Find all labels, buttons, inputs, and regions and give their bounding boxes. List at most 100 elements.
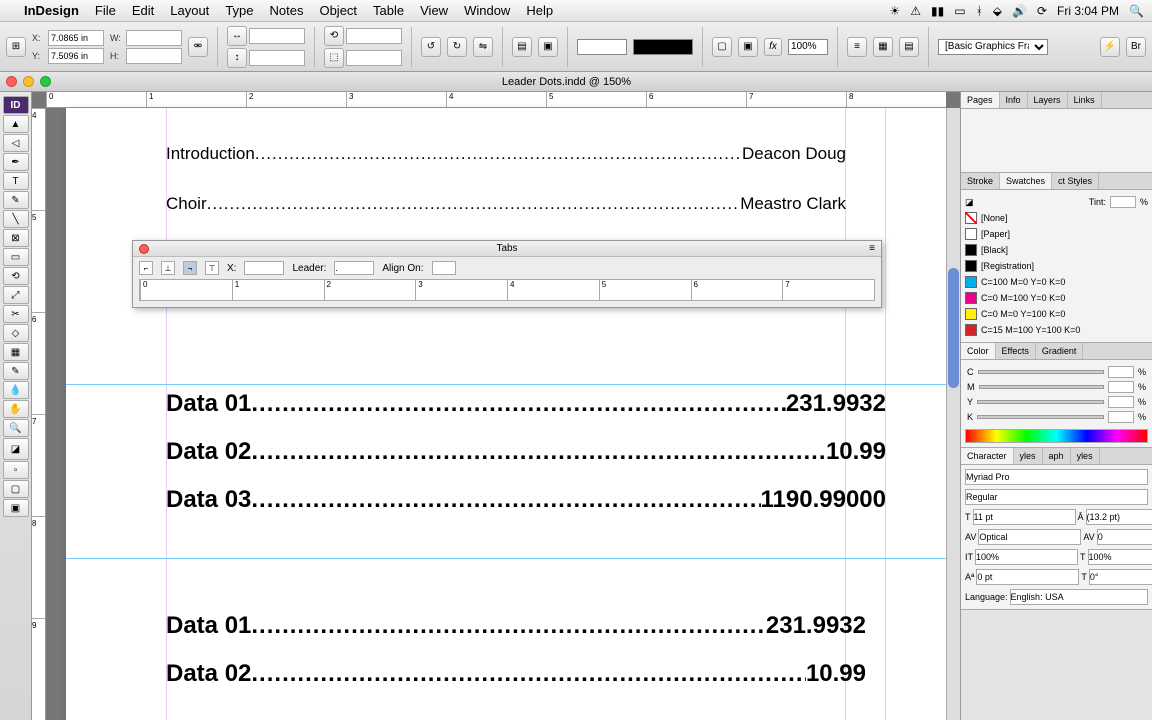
reference-point-icon[interactable]: ⊞ [6,37,26,57]
tab-pages[interactable]: Pages [961,92,1000,108]
rotate-icon[interactable]: ⟲ [324,26,344,46]
tracking-input[interactable] [1097,529,1152,545]
pages-panel-body[interactable] [961,109,1152,173]
zoom-tool[interactable]: 🔍 [3,419,29,437]
tab-paragraph[interactable]: aph [1043,448,1071,464]
line-tool[interactable]: ╲ [3,210,29,228]
constrain-icon[interactable]: ⚮ [188,37,208,57]
eyedropper-tool[interactable]: 💧 [3,381,29,399]
tint-input[interactable] [1110,196,1136,208]
object-style-select[interactable]: [Basic Graphics Frame]+ [938,39,1048,55]
pencil-tool[interactable]: ✎ [3,191,29,209]
font-size-input[interactable] [973,509,1076,525]
decimal-tab-button[interactable]: ⊤ [205,261,219,275]
note-tool[interactable]: ✎ [3,362,29,380]
tab-object-styles[interactable]: ct Styles [1052,173,1099,189]
tab-stroke[interactable]: Stroke [961,173,1000,189]
skew-input[interactable] [1089,569,1152,585]
align-on-input[interactable] [432,261,456,275]
selection-tool[interactable]: ▲ [3,115,29,133]
menu-notes[interactable]: Notes [270,3,304,18]
arrange-icon[interactable]: ▤ [512,37,532,57]
battery-icon[interactable]: ▮▮ [931,4,944,18]
scale-x-input[interactable] [249,28,305,44]
type-tool[interactable]: T [3,172,29,190]
magenta-input[interactable] [1108,381,1134,393]
stroke-style-input[interactable] [633,39,693,55]
swatch-row[interactable]: C=15 M=100 Y=100 K=0 [965,322,1148,338]
x-input[interactable] [48,30,104,46]
wifi-icon[interactable]: ⬙ [993,4,1002,18]
spotlight-icon[interactable]: 🔍 [1129,4,1144,18]
close-icon[interactable] [139,244,149,254]
free-transform-tool[interactable]: ◇ [3,324,29,342]
rotate-input[interactable] [346,28,402,44]
fit-content-icon[interactable]: ▣ [738,37,758,57]
bridge-icon[interactable]: Br [1126,37,1146,57]
scale-tool[interactable]: ⤢ [3,286,29,304]
swatch-row[interactable]: [Black] [965,242,1148,258]
tab-x-input[interactable] [244,261,284,275]
tab-swatches[interactable]: Swatches [1000,173,1052,189]
app-name[interactable]: InDesign [24,3,79,18]
y-input[interactable] [48,48,104,64]
shear-icon[interactable]: ⬚ [324,48,344,68]
black-input[interactable] [1108,411,1134,423]
bluetooth-icon[interactable]: ᚼ [976,4,983,18]
tabs-panel[interactable]: Tabs ≡ ⌐ ⊥ ¬ ⊤ X: Leader: Align On: 0123… [132,240,882,308]
shear-input[interactable] [346,50,402,66]
leading-input[interactable] [1086,509,1152,525]
pen-tool[interactable]: ✒ [3,153,29,171]
tab-character[interactable]: Character [961,448,1014,464]
page[interactable]: Introduction ...........................… [66,108,946,720]
rectangle-tool[interactable]: ▭ [3,248,29,266]
cyan-input[interactable] [1108,366,1134,378]
scale-x-icon[interactable]: ↔ [227,26,247,46]
tab-effects[interactable]: Effects [996,343,1036,359]
menu-file[interactable]: File [95,3,116,18]
view-mode-normal[interactable]: ▢ [3,480,29,498]
default-fill-stroke-icon[interactable]: ▫ [3,461,29,479]
quick-apply-icon[interactable]: ⚡ [1100,37,1120,57]
sync-icon[interactable]: ⟳ [1037,4,1047,18]
right-tab-button[interactable]: ¬ [183,261,197,275]
scrollbar-thumb[interactable] [948,268,959,388]
brightness-icon[interactable]: ☀ [889,4,900,18]
baseline-input[interactable] [976,569,1079,585]
cyan-slider[interactable] [978,370,1104,374]
wrap-around-icon[interactable]: ▦ [873,37,893,57]
zoom-input[interactable] [788,39,828,55]
tab-gradient[interactable]: Gradient [1036,343,1084,359]
direct-selection-tool[interactable]: ◁ [3,134,29,152]
kerning-input[interactable] [978,529,1081,545]
swatch-row[interactable]: C=100 M=0 Y=0 K=0 [965,274,1148,290]
fit-frame-icon[interactable]: ▢ [712,37,732,57]
swatch-row[interactable]: C=0 M=100 Y=0 K=0 [965,290,1148,306]
tab-info[interactable]: Info [1000,92,1028,108]
black-slider[interactable] [977,415,1104,419]
menu-layout[interactable]: Layout [170,3,209,18]
h-input[interactable] [126,48,182,64]
menu-object[interactable]: Object [319,3,357,18]
document-canvas[interactable]: 012345678 456789 Introduction ..........… [32,92,960,720]
menu-table[interactable]: Table [373,3,404,18]
scissors-tool[interactable]: ✂ [3,305,29,323]
close-window-button[interactable] [6,76,17,87]
menu-help[interactable]: Help [526,3,553,18]
hand-tool[interactable]: ✋ [3,400,29,418]
minimize-window-button[interactable] [23,76,34,87]
vertical-ruler[interactable]: 456789 [32,108,46,720]
menu-window[interactable]: Window [464,3,510,18]
font-style-input[interactable] [965,489,1148,505]
gradient-tool[interactable]: ▦ [3,343,29,361]
alert-icon[interactable]: ⚠ [910,4,921,18]
rotate-cw-icon[interactable]: ↻ [447,37,467,57]
tab-color[interactable]: Color [961,343,996,359]
flip-h-icon[interactable]: ⇋ [473,37,493,57]
menu-type[interactable]: Type [225,3,253,18]
menu-view[interactable]: View [420,3,448,18]
swatch-row[interactable]: [Registration] [965,258,1148,274]
vscale-input[interactable] [975,549,1078,565]
center-tab-button[interactable]: ⊥ [161,261,175,275]
wrap-jump-icon[interactable]: ▤ [899,37,919,57]
